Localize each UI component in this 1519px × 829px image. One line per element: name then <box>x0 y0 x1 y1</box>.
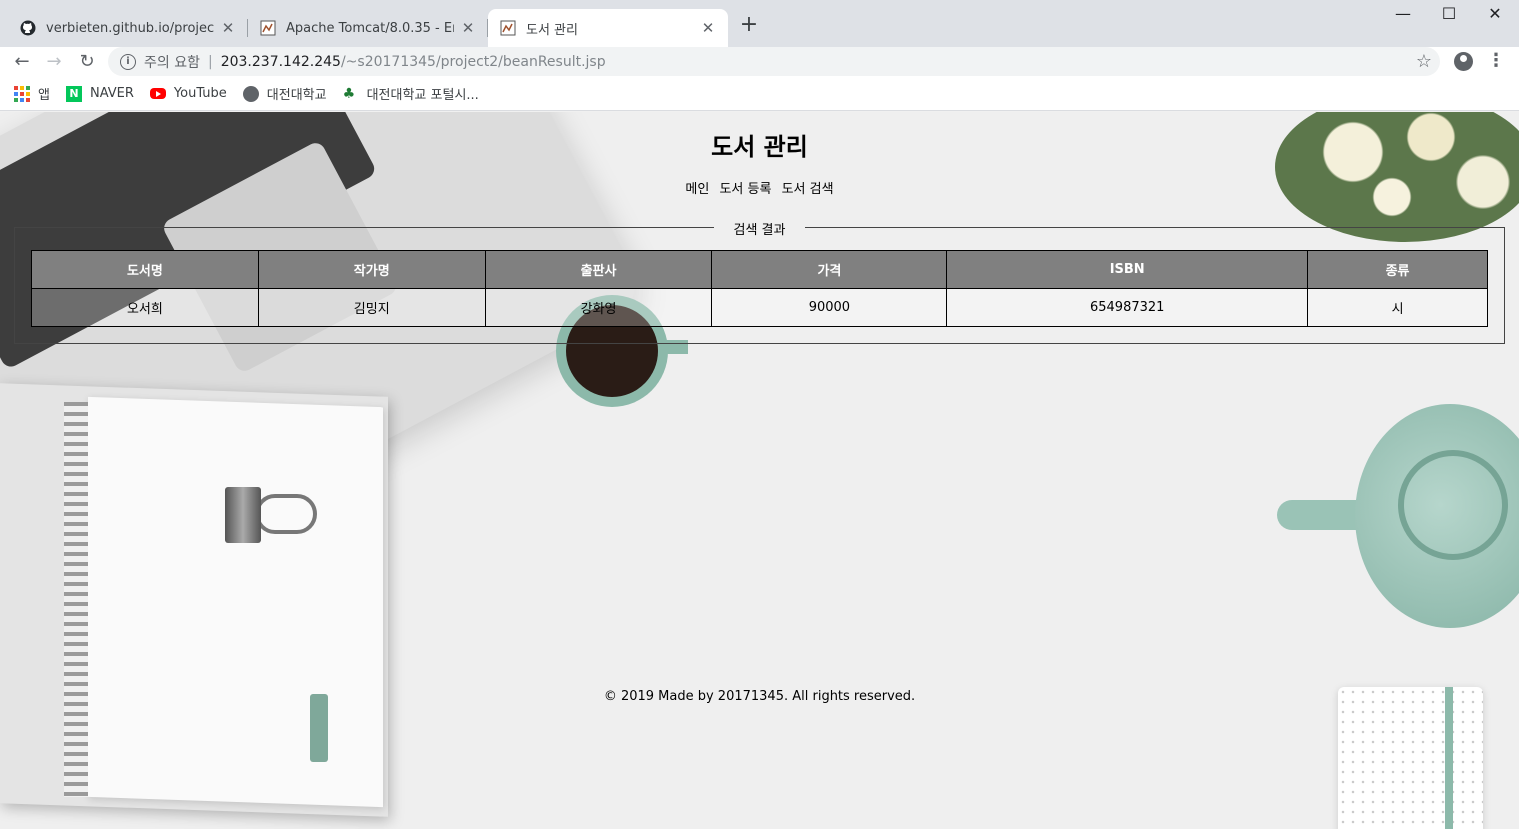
cell-title: 오서희 <box>31 288 259 327</box>
cell-isbn: 654987321 <box>946 288 1309 327</box>
bookmark-label: NAVER <box>89 86 134 101</box>
profile-avatar-icon[interactable] <box>1454 52 1473 71</box>
bookmark-label: 앱 <box>38 88 50 103</box>
footer-copyright: © 2019 Made by 20171345. All rights rese… <box>603 689 916 704</box>
bookmark-naver[interactable]: N NAVER <box>65 85 134 102</box>
leaf-icon: ♣ <box>342 85 356 102</box>
search-result-fieldset: 검색 결과 도서명 작가명 출판사 가격 ISBN 종류 오서희 김밍지 강화영… <box>14 223 1505 344</box>
table-row: 오서희 김밍지 강화영 90000 654987321 시 <box>31 288 1488 327</box>
security-warning[interactable]: 주의 요함 <box>144 52 200 72</box>
close-tab-icon[interactable]: ✕ <box>700 19 716 37</box>
tab-tomcat-error[interactable]: Apache Tomcat/8.0.35 - Error re ✕ <box>248 9 488 47</box>
main-nav: 메인 도서 등록 도서 검색 <box>0 178 1519 197</box>
bookmark-label: YouTube <box>173 86 227 101</box>
browser-toolbar: ← → ↻ i 주의 요함 | 203.237.142.245/~s201713… <box>0 47 1519 77</box>
close-tab-icon[interactable]: ✕ <box>460 19 476 37</box>
info-icon[interactable]: i <box>120 53 136 70</box>
bookmark-apps[interactable]: 앱 <box>14 84 50 103</box>
bookmark-star-icon[interactable]: ☆ <box>1416 51 1432 72</box>
column-header-author: 작가명 <box>257 250 486 289</box>
apps-icon <box>14 85 30 102</box>
cell-publisher: 강화영 <box>484 288 713 327</box>
nav-link-register[interactable]: 도서 등록 <box>719 182 771 197</box>
nav-link-search[interactable]: 도서 검색 <box>782 182 834 197</box>
maximize-icon[interactable]: ☐ <box>1438 4 1460 26</box>
tab-title: 도서 관리 <box>526 22 578 38</box>
tab-github[interactable]: verbieten.github.io/project.html ✕ <box>8 9 248 47</box>
url-host: 203.237.142.245 <box>220 53 341 70</box>
reload-icon[interactable]: ↻ <box>75 50 99 74</box>
forward-arrow-icon[interactable]: → <box>42 50 66 74</box>
page-title: 도서 관리 <box>711 133 808 161</box>
result-table: 도서명 작가명 출판사 가격 ISBN 종류 오서희 김밍지 강화영 90000 <box>31 250 1488 327</box>
bookmark-label: 대전대학교 <box>266 88 327 103</box>
new-tab-button[interactable]: + <box>738 14 760 36</box>
youtube-icon <box>149 88 166 99</box>
cell-author: 김밍지 <box>257 288 486 327</box>
tab-book-management[interactable]: 도서 관리 ✕ <box>488 9 728 47</box>
table-header-row: 도서명 작가명 출판사 가격 ISBN 종류 <box>31 250 1488 289</box>
cell-genre: 시 <box>1307 288 1488 327</box>
tomcat-icon <box>500 20 516 36</box>
bookmark-youtube[interactable]: YouTube <box>149 86 227 101</box>
tab-title: verbieten.github.io/project.html <box>46 20 214 36</box>
bookmark-label: 대전대학교 포털시... <box>366 88 479 103</box>
back-arrow-icon[interactable]: ← <box>10 50 34 74</box>
nav-link-main[interactable]: 메인 <box>685 182 709 197</box>
search-result-legend: 검색 결과 <box>15 219 1504 238</box>
tomcat-icon <box>260 20 276 36</box>
minimize-icon[interactable]: — <box>1392 4 1414 26</box>
close-window-icon[interactable]: ✕ <box>1484 4 1506 26</box>
divider: | <box>207 53 213 70</box>
legend-label: 검색 결과 <box>713 223 806 238</box>
tab-strip: verbieten.github.io/project.html ✕ Apach… <box>0 0 1519 47</box>
naver-icon: N <box>65 85 82 102</box>
url-path: /~s20171345/project2/beanResult.jsp <box>340 53 606 70</box>
column-header-genre: 종류 <box>1307 250 1488 289</box>
column-header-title: 도서명 <box>31 250 259 289</box>
globe-icon <box>242 85 259 102</box>
menu-dots-icon[interactable]: ⋮ <box>1487 50 1505 74</box>
bookmarks-bar: 앱 N NAVER YouTube 대전대학교 ♣ 대전대학교 포털시... <box>0 77 1519 111</box>
column-header-price: 가격 <box>711 250 948 289</box>
column-header-isbn: ISBN <box>946 250 1309 289</box>
column-header-publisher: 출판사 <box>484 250 713 289</box>
tab-title: Apache Tomcat/8.0.35 - Error re <box>286 20 454 36</box>
page-content: 도서 관리 메인 도서 등록 도서 검색 검색 결과 도서명 작가명 출판사 가 <box>0 112 1519 829</box>
address-bar[interactable]: i 주의 요함 | 203.237.142.245/~s20171345/pro… <box>108 47 1440 76</box>
page-viewport: 도서 관리 메인 도서 등록 도서 검색 검색 결과 도서명 작가명 출판사 가 <box>0 112 1519 829</box>
github-icon <box>20 20 36 36</box>
cell-price: 90000 <box>711 288 948 327</box>
close-tab-icon[interactable]: ✕ <box>220 19 236 37</box>
bookmark-daejeon-univ[interactable]: 대전대학교 <box>242 84 327 103</box>
bookmark-daejeon-portal[interactable]: ♣ 대전대학교 포털시... <box>342 84 479 104</box>
